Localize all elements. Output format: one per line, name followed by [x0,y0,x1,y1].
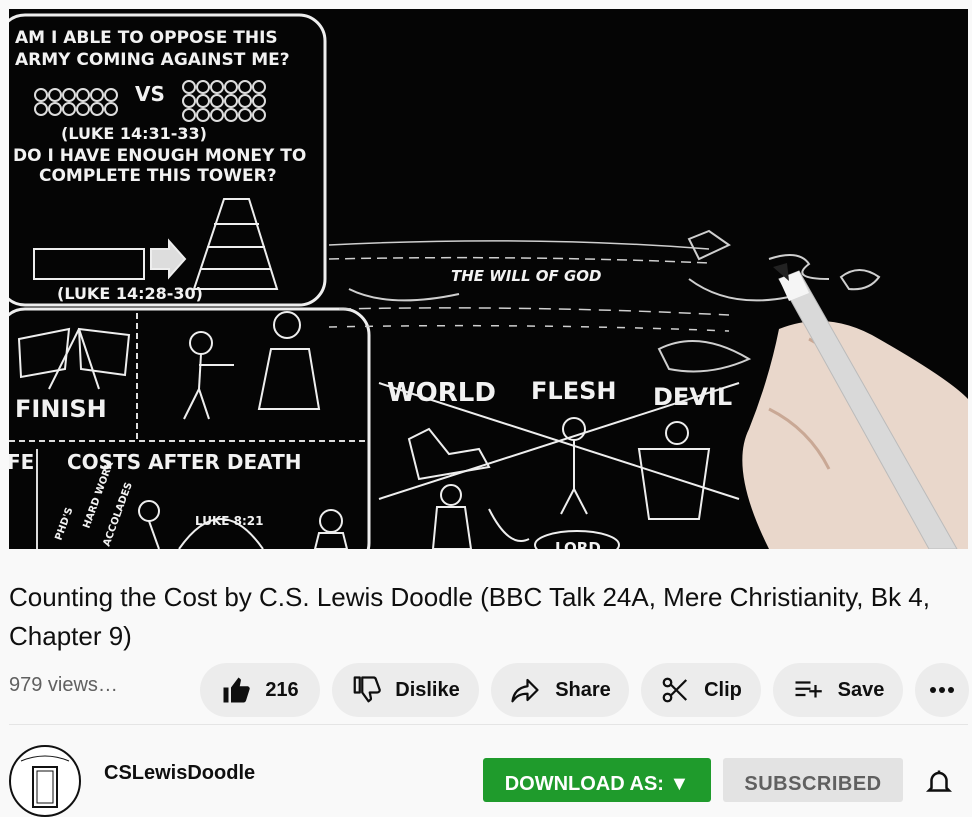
lord-label: LORD [555,539,601,549]
side-label-1: PHD'S [53,506,75,542]
clip-button[interactable]: Clip [641,663,761,717]
share-label: Share [555,678,611,701]
flesh-label: FLESH [531,377,616,405]
share-button[interactable]: Share [491,663,629,717]
bubble-text-2: ARMY COMING AGAINST ME? [15,50,290,70]
dislike-label: Dislike [395,678,460,701]
bubble-text-3: DO I HAVE ENOUGH MONEY TO [13,146,306,166]
bell-icon[interactable] [924,768,954,798]
subscribed-button[interactable]: SUBSCRIBED [723,758,903,802]
avatar-drawing [20,755,70,808]
channel-name[interactable]: CSLewisDoodle [104,762,255,785]
ref-label-1: (LUKE 14:31-33) [61,124,207,143]
channel-avatar[interactable] [9,745,81,817]
edge-label: FE [9,450,34,474]
share-icon [511,678,539,703]
thumbs-down-icon [353,676,382,703]
download-button[interactable]: DOWNLOAD AS: ▼ [483,758,711,802]
vs-label: VS [135,82,165,106]
video-player[interactable]: AM I ABLE TO OPPOSE THIS ARMY COMING AGA… [9,9,968,549]
river-label: THE WILL OF GOD [451,267,601,285]
view-count[interactable]: 979 views… [9,674,118,697]
divider [9,724,968,725]
save-label: Save [837,678,885,701]
side-label-3: ACCOLADES [101,481,134,548]
save-button[interactable]: Save [773,663,903,717]
luke-label: LUKE 8:21 [195,514,263,528]
clip-label: Clip [704,678,742,701]
scissors-icon [662,677,688,703]
playlist-add-icon [795,681,822,698]
video-title: Counting the Cost by C.S. Lewis Doodle (… [9,582,930,651]
hand-illustration [742,263,968,549]
like-count: 216 [265,678,299,701]
bubble-text-4: COMPLETE THIS TOWER? [39,166,277,186]
dislike-button[interactable]: Dislike [332,663,479,717]
bubble-text-1: AM I ABLE TO OPPOSE THIS [15,28,278,48]
more-actions-button[interactable] [915,663,969,717]
thumbs-up-icon [223,677,251,703]
finish-label: FINISH [15,395,107,423]
ref-label-2: (LUKE 14:28-30) [57,284,203,303]
like-button[interactable]: 216 [200,663,320,717]
doodle-frame: AM I ABLE TO OPPOSE THIS ARMY COMING AGA… [9,13,968,549]
more-icon [930,687,954,693]
